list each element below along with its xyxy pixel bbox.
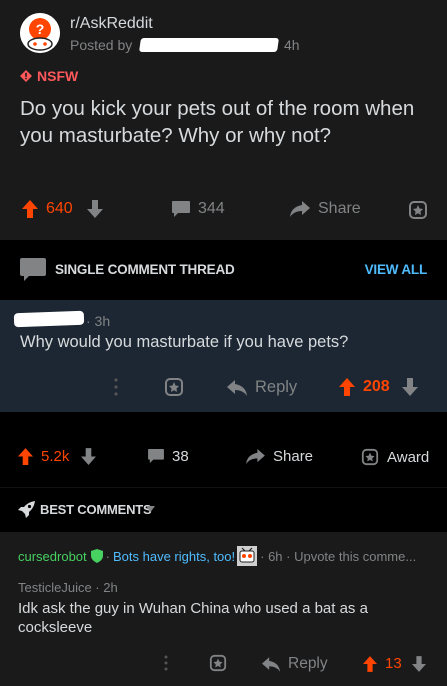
sort-bar[interactable]: BEST COMMENTS	[0, 487, 447, 532]
post-share-label: Share	[318, 200, 361, 217]
mod-shield-icon	[90, 549, 103, 563]
chevron-down-icon	[146, 506, 155, 512]
highlighted-comment[interactable]: · 3h Why would you masturbate if you hav…	[0, 300, 447, 412]
bot-comment-header[interactable]: cursedrobot · Bots have rights, too! · 6…	[18, 546, 416, 566]
bot-comment-author[interactable]: cursedrobot	[18, 549, 87, 564]
more-options-icon[interactable]	[113, 377, 119, 397]
post-share-button[interactable]: Share	[290, 200, 361, 218]
downvote-icon[interactable]	[401, 378, 418, 396]
downvote-icon[interactable]	[411, 655, 426, 672]
separator: ·	[105, 548, 110, 564]
upvote-icon[interactable]	[18, 448, 33, 465]
rocket-icon	[18, 501, 35, 518]
upvote-icon[interactable]	[22, 200, 38, 218]
view-all-link[interactable]: VIEW ALL	[365, 262, 428, 277]
svg-text:?: ?	[36, 21, 45, 37]
upvote-icon[interactable]	[363, 655, 377, 672]
award-icon[interactable]	[164, 377, 184, 397]
reply-vote-group: 13	[363, 655, 426, 672]
downvote-icon[interactable]	[86, 200, 103, 218]
more-options-icon[interactable]	[163, 654, 169, 672]
post-action-row: 5.2k 38 Share Award	[0, 412, 447, 487]
post-title[interactable]: Do you kick your pets out of the room wh…	[20, 95, 430, 149]
post-score: 640	[46, 200, 73, 217]
reply-button[interactable]: Reply	[262, 655, 328, 673]
award-icon	[361, 448, 379, 466]
single-thread-bar: SINGLE COMMENT THREAD VIEW ALL	[0, 240, 447, 300]
post-award-button[interactable]	[408, 200, 428, 220]
reply-arrow-icon	[262, 656, 280, 672]
redacted-username	[13, 310, 85, 328]
downvote-icon[interactable]	[81, 448, 97, 465]
bot-flair-robot-icon	[237, 546, 258, 566]
subreddit-avatar[interactable]: ?	[20, 13, 60, 53]
comment-body: Why would you masturbate if you have pet…	[20, 333, 349, 351]
comment-list: cursedrobot · Bots have rights, too! · 6…	[0, 532, 447, 686]
award-button[interactable]: Award	[361, 448, 429, 466]
subreddit-name[interactable]: r/AskReddit	[70, 15, 153, 33]
share-arrow-icon	[290, 201, 310, 217]
nsfw-tag: NSFW	[20, 68, 78, 84]
comment-vote-group: 208	[339, 378, 418, 396]
comment-bubble-icon	[172, 200, 190, 218]
bot-comment-meta: · 6h · Upvote this comme...	[260, 548, 417, 564]
award-icon[interactable]	[209, 654, 227, 672]
reply-label: Reply	[255, 378, 298, 396]
posted-by-label: Posted by	[70, 37, 133, 53]
redacted-username	[139, 38, 279, 52]
comment-bubble-icon	[148, 449, 164, 464]
comment-age: · 3h	[86, 313, 111, 329]
share-label: Share	[273, 448, 314, 465]
reply-arrow-icon	[227, 379, 247, 396]
thread-label: SINGLE COMMENT THREAD	[55, 262, 235, 277]
post-age: 4h	[284, 37, 300, 53]
comment-score: 208	[363, 378, 390, 395]
award-icon	[408, 200, 428, 220]
vote-group: 5.2k	[18, 448, 97, 465]
post-comments-button[interactable]: 344	[172, 200, 225, 218]
thread-comment-icon	[20, 258, 46, 282]
award-label: Award	[387, 448, 430, 466]
reply-comment-body: Idk ask the guy in Wuhan China who used …	[18, 600, 368, 636]
share-button[interactable]: Share	[246, 448, 313, 465]
post-vote-group: 640	[22, 200, 103, 218]
reply-score: 13	[385, 655, 402, 672]
upvote-icon[interactable]	[339, 378, 355, 396]
reply-comment-header[interactable]: TesticleJuice · 2h	[18, 580, 118, 595]
reply-button[interactable]: Reply	[227, 378, 297, 397]
comments-button[interactable]: 38	[148, 448, 189, 465]
nsfw-label: NSFW	[37, 68, 79, 84]
comment-count: 38	[172, 448, 189, 465]
score: 5.2k	[41, 448, 70, 465]
nsfw-diamond-icon	[20, 70, 32, 82]
sort-label: BEST COMMENTS	[40, 502, 152, 517]
reply-label: Reply	[288, 655, 328, 672]
share-arrow-icon	[246, 449, 265, 464]
post-comment-count: 344	[198, 200, 225, 217]
post-card: ? r/AskReddit Posted by 4h NSFW Do you k…	[0, 0, 447, 240]
bot-flair: Bots have rights, too!	[113, 548, 236, 564]
